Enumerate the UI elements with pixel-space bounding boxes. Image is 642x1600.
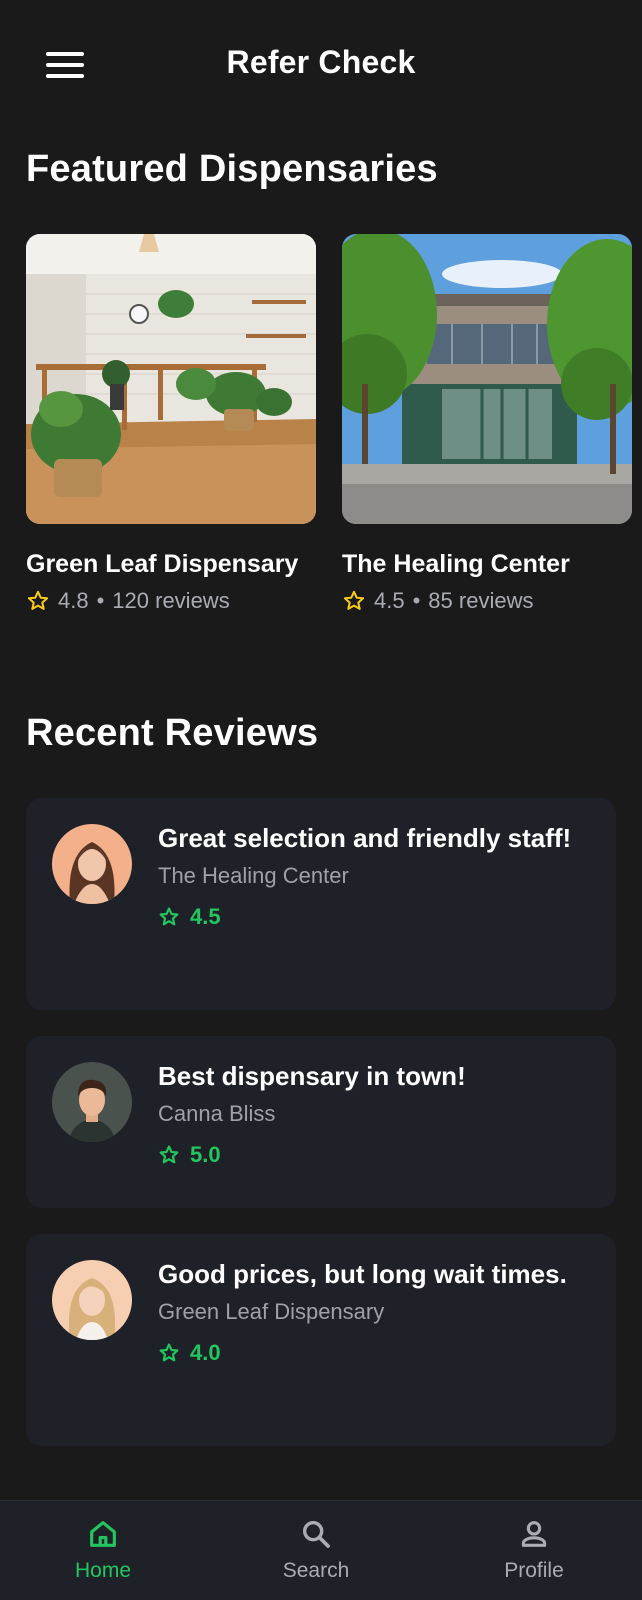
review-title: Good prices, but long wait times. [158, 1259, 567, 1289]
featured-card-green-leaf[interactable]: Green Leaf Dispensary 4.8 • 120 reviews [26, 234, 316, 616]
review-place: The Healing Center [158, 863, 349, 888]
review-rating-value: 5.0 [190, 1142, 221, 1167]
man-avatar [52, 1062, 132, 1142]
featured-card-reviews: 85 reviews [428, 588, 534, 613]
meta-separator: • [412, 588, 421, 613]
blonde-woman-avatar [52, 1260, 132, 1340]
review-body: Great selection and friendly staff! The … [158, 818, 590, 930]
review-rating-value: 4.0 [190, 1340, 221, 1365]
review-title: Best dispensary in town! [158, 1061, 466, 1091]
star-outline-icon [159, 1145, 179, 1164]
meta-separator: • [96, 588, 105, 613]
review-place: Green Leaf Dispensary [158, 1299, 385, 1324]
recent-section-title: Recent Reviews [26, 712, 319, 754]
featured-card-healing-center[interactable]: The Healing Center 4.5 • 85 reviews [342, 234, 632, 616]
nav-search-label: Search [282, 1559, 350, 1582]
home-screen: Refer Check Featured Dispensaries Green … [0, 0, 642, 1600]
featured-card-rating: 4.8 [58, 588, 89, 613]
bottom-navigation: Home Search Profile [0, 1500, 642, 1600]
review-body: Good prices, but long wait times. Green … [158, 1254, 590, 1366]
featured-card-rating: 4.5 [374, 588, 405, 613]
star-outline-icon [159, 1343, 179, 1362]
featured-section-title: Featured Dispensaries [26, 148, 438, 190]
woman-avatar [52, 824, 132, 904]
featured-card-meta: 4.5 • 85 reviews [342, 586, 632, 616]
featured-card-name: The Healing Center [342, 550, 570, 578]
search-icon [302, 1520, 330, 1548]
review-body: Best dispensary in town! Canna Bliss 5.0 [158, 1056, 590, 1168]
app-header: Refer Check [0, 0, 642, 130]
review-title: Great selection and friendly staff! [158, 823, 572, 853]
star-outline-icon [343, 590, 365, 610]
dispensary-storefront-photo [342, 234, 632, 524]
review-rating: 5.0 [158, 1142, 590, 1168]
nav-search[interactable]: Search [236, 1501, 396, 1600]
review-card[interactable]: Good prices, but long wait times. Green … [26, 1234, 616, 1446]
review-rating-value: 4.5 [190, 904, 221, 929]
star-outline-icon [27, 590, 49, 610]
featured-card-reviews: 120 reviews [112, 588, 230, 613]
review-card[interactable]: Great selection and friendly staff! The … [26, 798, 616, 1010]
profile-icon [521, 1521, 547, 1547]
nav-profile[interactable]: Profile [454, 1501, 614, 1600]
featured-card-name: Green Leaf Dispensary [26, 550, 299, 578]
dispensary-interior-photo [26, 234, 316, 524]
app-title: Refer Check [226, 44, 416, 80]
review-rating: 4.5 [158, 904, 590, 930]
home-icon [90, 1521, 116, 1547]
star-outline-icon [159, 907, 179, 926]
featured-card-meta: 4.8 • 120 reviews [26, 586, 316, 616]
review-card[interactable]: Best dispensary in town! Canna Bliss 5.0 [26, 1036, 616, 1208]
nav-home[interactable]: Home [23, 1501, 183, 1600]
nav-profile-label: Profile [504, 1559, 564, 1582]
nav-home-label: Home [74, 1559, 132, 1582]
review-rating: 4.0 [158, 1340, 590, 1366]
review-place: Canna Bliss [158, 1101, 276, 1126]
